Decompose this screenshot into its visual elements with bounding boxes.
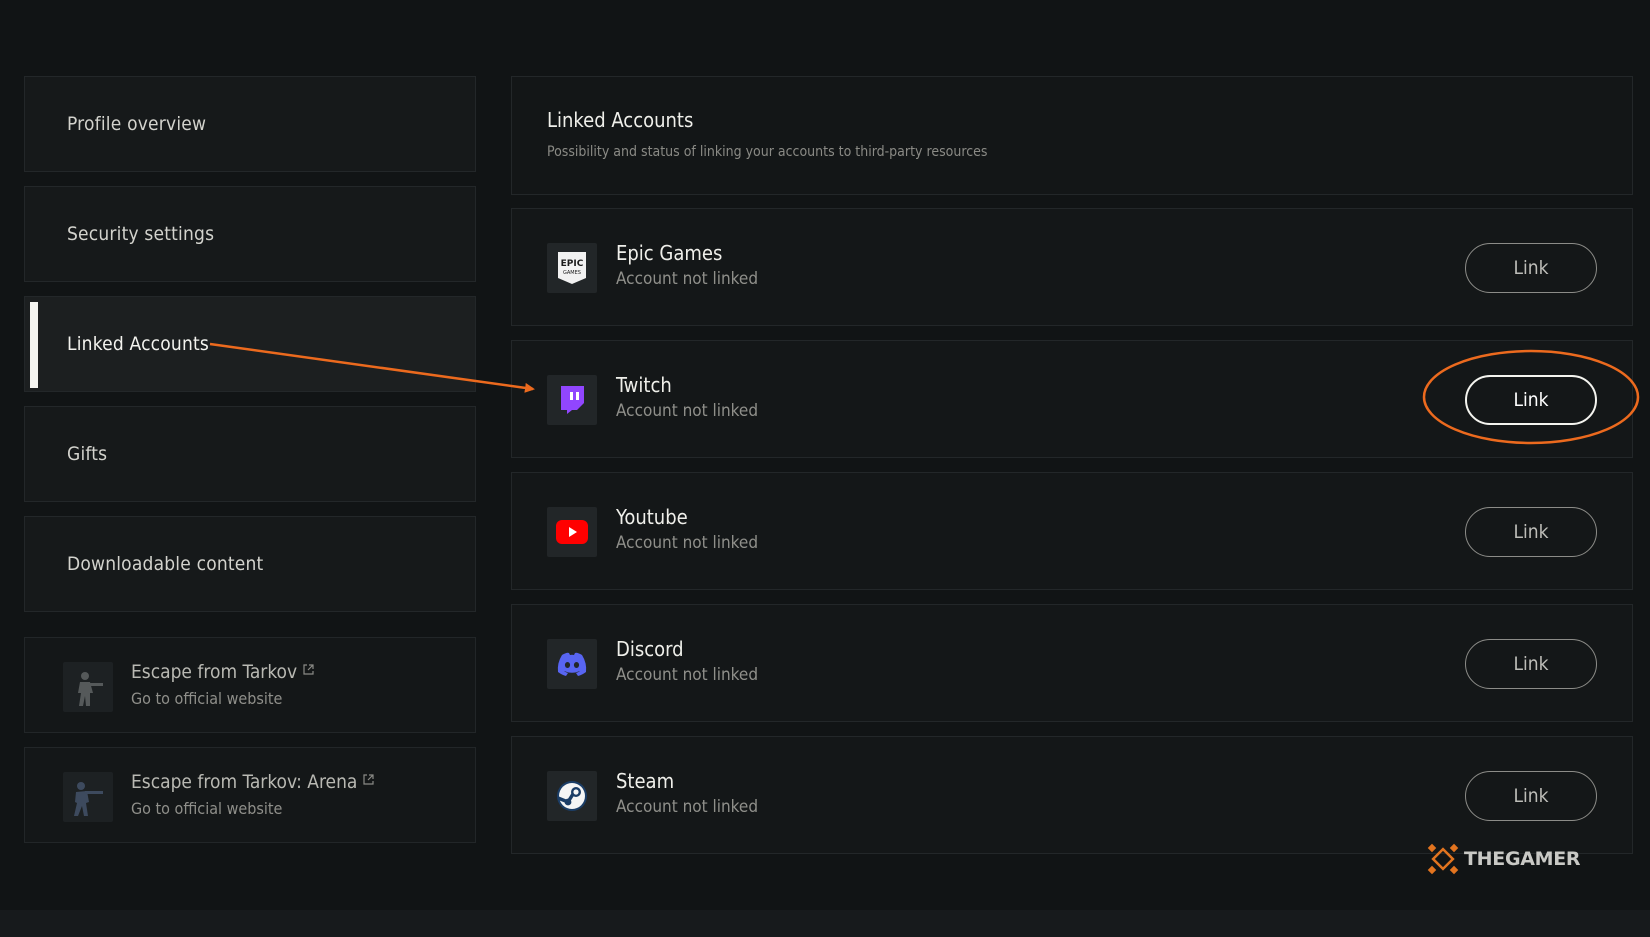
account-status: Account not linked <box>616 401 759 421</box>
discord-icon <box>547 639 597 689</box>
sidebar-item-label: Security settings <box>67 223 215 245</box>
soldier-aiming-icon <box>63 772 113 822</box>
external-link-escape-from-tarkov[interactable]: Escape from Tarkov Go to official websit… <box>24 637 476 733</box>
account-row-discord: Discord Account not linked Link <box>511 604 1633 722</box>
account-name: Epic Games <box>616 241 723 265</box>
twitch-icon <box>547 375 597 425</box>
link-button-discord[interactable]: Link <box>1465 639 1597 689</box>
account-name: Youtube <box>616 505 688 529</box>
account-row-twitch: Twitch Account not linked Link <box>511 340 1633 458</box>
sidebar-item-profile-overview[interactable]: Profile overview <box>24 76 476 172</box>
account-status: Account not linked <box>616 533 759 553</box>
sidebar-item-security-settings[interactable]: Security settings <box>24 186 476 282</box>
bottom-strip <box>0 910 1650 937</box>
link-button-twitch[interactable]: Link <box>1465 375 1597 425</box>
link-button-youtube[interactable]: Link <box>1465 507 1597 557</box>
account-status: Account not linked <box>616 269 759 289</box>
linked-accounts-header: Linked Accounts Possibility and status o… <box>511 76 1633 195</box>
external-link-title: Escape from Tarkov <box>131 661 298 683</box>
account-name: Twitch <box>616 373 672 397</box>
sidebar-item-label: Profile overview <box>67 113 207 135</box>
account-status: Account not linked <box>616 797 759 817</box>
page-title: Linked Accounts <box>547 108 694 132</box>
page-subtitle: Possibility and status of linking your a… <box>547 144 988 160</box>
account-row-epic-games: EPIC GAMES Epic Games Account not linked… <box>511 208 1633 326</box>
youtube-icon <box>547 507 597 557</box>
external-link-subtitle: Go to official website <box>131 689 283 708</box>
account-name: Steam <box>616 769 675 793</box>
account-status: Account not linked <box>616 665 759 685</box>
account-row-youtube: Youtube Account not linked Link <box>511 472 1633 590</box>
link-button-epic-games[interactable]: Link <box>1465 243 1597 293</box>
sidebar-item-label: Linked Accounts <box>67 333 210 355</box>
svg-text:EPIC: EPIC <box>561 259 584 269</box>
external-link-icon <box>303 658 314 680</box>
steam-icon <box>547 771 597 821</box>
svg-text:GAMES: GAMES <box>563 270 581 276</box>
external-link-icon <box>363 768 374 790</box>
external-link-subtitle: Go to official website <box>131 799 283 818</box>
soldier-icon <box>63 662 113 712</box>
link-button-steam[interactable]: Link <box>1465 771 1597 821</box>
watermark-text: THEGAMER <box>1464 848 1581 870</box>
account-name: Discord <box>616 637 684 661</box>
thegamer-logo-icon <box>1427 843 1459 875</box>
external-link-title: Escape from Tarkov: Arena <box>131 771 358 793</box>
sidebar-item-label: Gifts <box>67 443 108 465</box>
account-row-steam: Steam Account not linked Link <box>511 736 1633 854</box>
sidebar-item-gifts[interactable]: Gifts <box>24 406 476 502</box>
sidebar-item-label: Downloadable content <box>67 553 264 575</box>
external-link-escape-from-tarkov-arena[interactable]: Escape from Tarkov: Arena Go to official… <box>24 747 476 843</box>
thegamer-watermark: THEGAMER <box>1426 842 1596 876</box>
sidebar-item-downloadable-content[interactable]: Downloadable content <box>24 516 476 612</box>
linked-accounts-page: Profile overview Security settings Linke… <box>0 0 1650 937</box>
epic-games-icon: EPIC GAMES <box>547 243 597 293</box>
active-indicator <box>30 302 38 388</box>
sidebar-item-linked-accounts[interactable]: Linked Accounts <box>24 296 476 392</box>
